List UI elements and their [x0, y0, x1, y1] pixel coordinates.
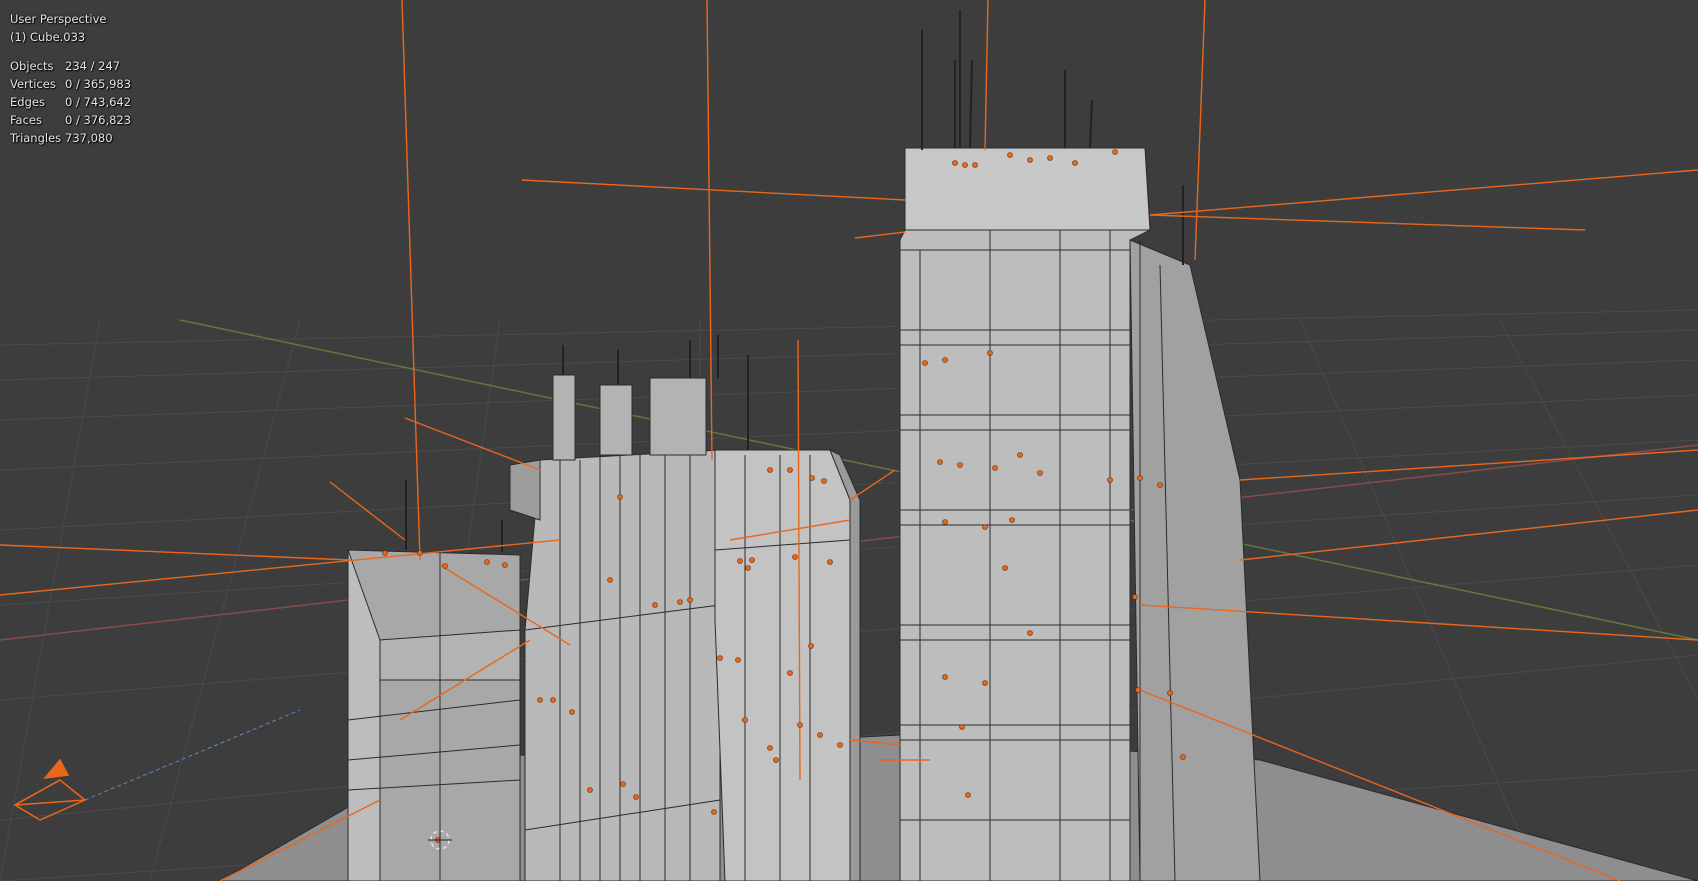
center-right-tower	[714, 448, 861, 881]
3d-viewport[interactable]: User Perspective (1) Cube.033 Objects 23…	[0, 0, 1698, 881]
tall-tower	[899, 147, 1261, 881]
camera-object	[13, 709, 301, 821]
scene-render[interactable]	[0, 0, 1698, 881]
left-tower	[347, 549, 521, 881]
